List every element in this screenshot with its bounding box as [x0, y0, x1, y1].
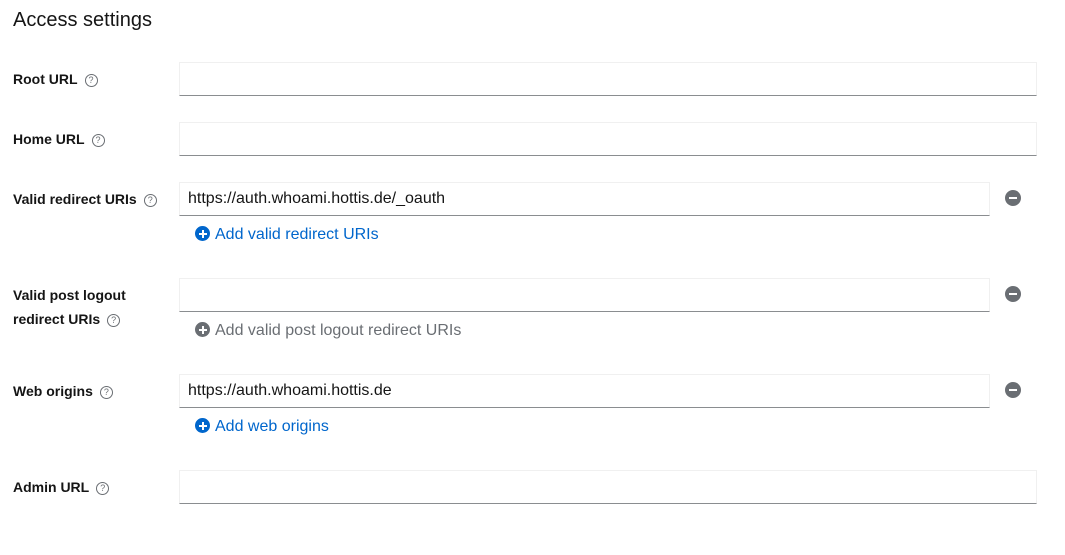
valid-post-logout-label: Valid post logout redirect URIs?	[13, 287, 126, 327]
help-icon[interactable]: ?	[107, 314, 121, 327]
add-circle-icon	[195, 226, 210, 241]
admin-url-input[interactable]	[179, 470, 1037, 504]
remove-redirect-uri-icon[interactable]	[1005, 190, 1021, 206]
remove-web-origin-icon[interactable]	[1005, 382, 1021, 398]
add-circle-icon	[195, 418, 210, 433]
add-valid-post-logout-uris-button[interactable]: Add valid post logout redirect URIs	[195, 321, 461, 341]
valid-post-logout-uri-input[interactable]	[179, 278, 990, 312]
root-url-label: Root URL?	[13, 67, 98, 91]
home-url-input[interactable]	[179, 122, 1037, 156]
admin-url-label: Admin URL?	[13, 475, 110, 499]
section-title: Access settings	[13, 9, 152, 31]
valid-redirect-uris-label: Valid redirect URIs?	[13, 187, 157, 211]
add-circle-icon	[195, 322, 210, 337]
add-web-origins-button[interactable]: Add web origins	[195, 417, 329, 437]
help-icon[interactable]: ?	[84, 74, 98, 87]
help-icon[interactable]: ?	[99, 386, 113, 399]
help-icon[interactable]: ?	[96, 482, 110, 495]
web-origin-input[interactable]: https://auth.whoami.hottis.de	[179, 374, 990, 408]
add-valid-redirect-uris-button[interactable]: Add valid redirect URIs	[195, 225, 379, 245]
help-icon[interactable]: ?	[91, 134, 105, 147]
root-url-input[interactable]	[179, 62, 1037, 96]
web-origins-label: Web origins?	[13, 379, 113, 403]
home-url-label: Home URL?	[13, 127, 105, 151]
help-icon[interactable]: ?	[143, 194, 157, 207]
valid-redirect-uri-input[interactable]: https://auth.whoami.hottis.de/_oauth	[179, 182, 990, 216]
remove-post-logout-uri-icon[interactable]	[1005, 286, 1021, 302]
